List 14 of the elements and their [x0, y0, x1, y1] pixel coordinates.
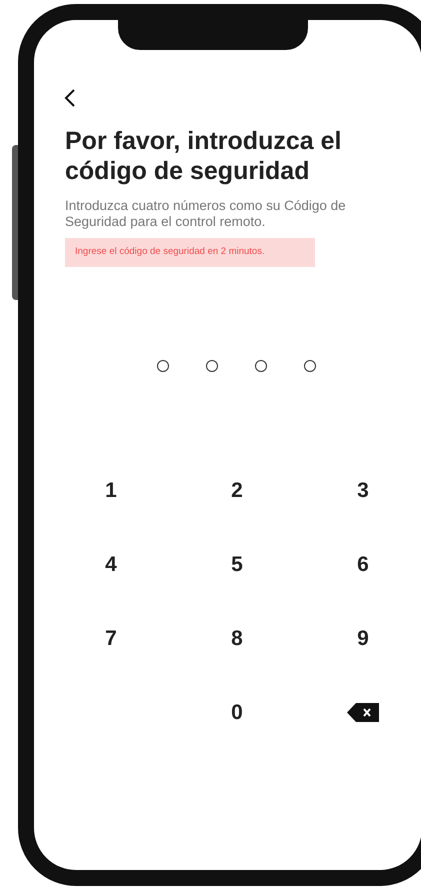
page-title: Por favor, introduzca el código de seguridad [65, 126, 342, 186]
keypad-key[interactable]: 1 [91, 475, 131, 505]
keypad-key[interactable]: 3 [343, 475, 383, 505]
keypad-key[interactable]: 8 [217, 623, 257, 653]
backspace-icon [347, 702, 379, 722]
keypad-key[interactable]: 4 [91, 549, 131, 579]
keypad-key[interactable]: 7 [91, 623, 131, 653]
keypad-key[interactable]: 9 [343, 623, 383, 653]
time-limit-alert: Ingrese el código de seguridad en 2 minutos. [65, 238, 315, 267]
keypad-key[interactable]: 2 [217, 475, 257, 505]
keypad-key[interactable]: 0 [217, 697, 257, 727]
keypad-key[interactable]: 6 [343, 549, 383, 579]
instruction-text: Introduzca cuatro números como su Código de Seguridad para el control remoto. [65, 198, 347, 230]
keypad-key[interactable]: 5 [217, 549, 257, 579]
